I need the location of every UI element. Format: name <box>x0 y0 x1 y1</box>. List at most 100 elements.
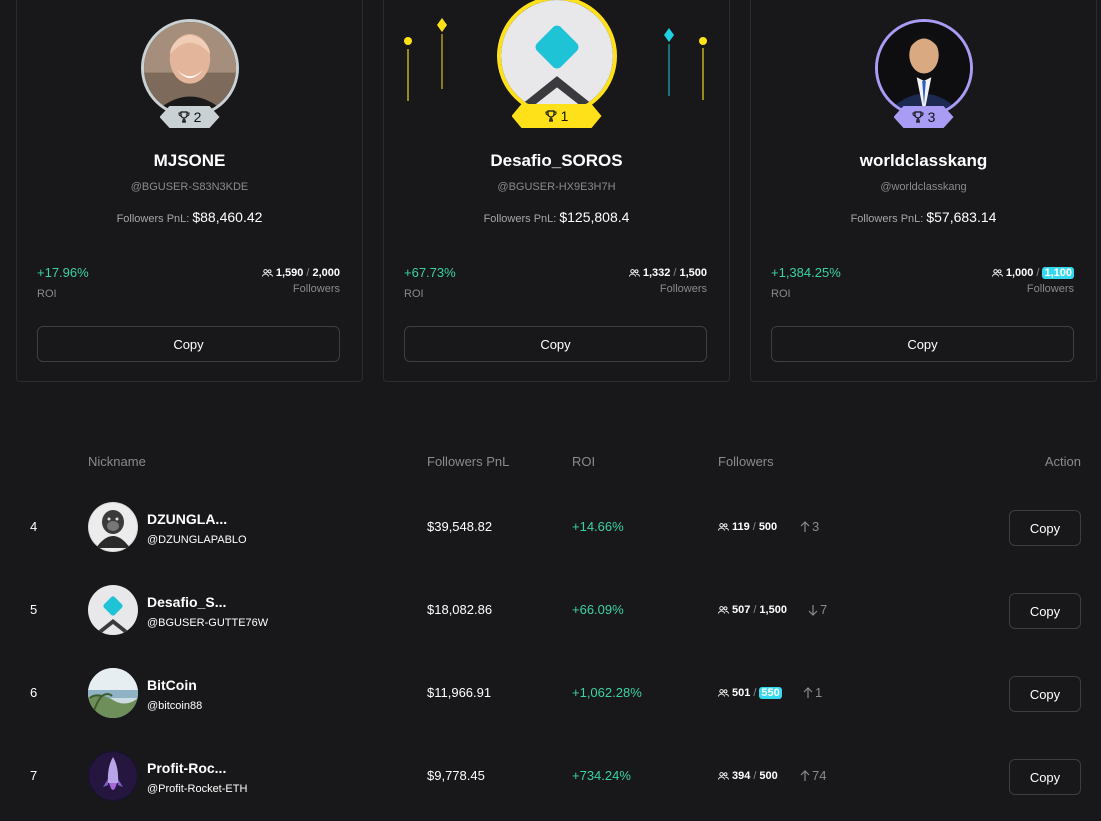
copy-button[interactable]: Copy <box>771 326 1074 362</box>
copy-button[interactable]: Copy <box>1009 759 1081 795</box>
rank-number: 1 <box>560 108 569 124</box>
followers-pnl-value: $57,683.14 <box>926 209 997 225</box>
followers-pnl: Followers PnL: $57,683.14 <box>751 209 1096 225</box>
trader-handle: @BGUSER-HX9E3H7H <box>497 181 616 193</box>
podium-card-rank-3: 3 worldclasskang @worldclasskang Followe… <box>750 0 1097 382</box>
roi-label: ROI <box>404 288 424 300</box>
followers-pnl-label: Followers PnL: <box>483 213 557 225</box>
rank-badge: 1 <box>512 104 602 128</box>
rocket-avatar <box>88 751 138 801</box>
table-row[interactable]: 7 Profit-Roc... @Profit-Rocket-ETH $9,77… <box>0 746 1101 806</box>
rank-badge: 2 <box>160 106 220 128</box>
separator: / <box>753 604 757 616</box>
podium-card-rank-1: 1 Desafio_SOROS @BGUSER-HX9E3H7H Followe… <box>383 0 730 382</box>
followers-max: 1,500 <box>679 267 707 279</box>
copy-button[interactable]: Copy <box>1009 593 1081 629</box>
people-icon <box>718 606 729 614</box>
arrow-up-icon <box>803 686 813 698</box>
followers-count: 1,332 / 1,500 <box>629 267 707 279</box>
followers-pnl-value: $18,082.86 <box>427 602 493 617</box>
trader-name[interactable]: BitCoin <box>147 677 197 693</box>
followers-count: 507 / 1,500 <box>718 604 787 616</box>
followers-current: 394 <box>732 770 751 782</box>
followers-count: 501 / 550 <box>718 687 782 699</box>
avatar[interactable] <box>88 751 138 801</box>
roi-value: +66.09% <box>572 602 624 617</box>
people-icon <box>262 269 273 277</box>
separator: / <box>752 521 756 533</box>
column-header-nickname: Nickname <box>88 454 146 469</box>
followers-max: 1,500 <box>759 604 787 616</box>
followers-current: 119 <box>732 521 750 533</box>
table-row[interactable]: 5 Desafio_S... @BGUSER-GUTTE76W $18,082.… <box>0 580 1101 640</box>
followers-current: 507 <box>732 604 751 616</box>
gorilla-avatar <box>88 502 138 552</box>
followers-trend: 1 <box>803 685 822 700</box>
roi-value: +734.24% <box>572 768 631 783</box>
followers-pnl: Followers PnL: $125,808.4 <box>384 209 729 225</box>
followers-pnl-value: $11,966.91 <box>427 685 492 700</box>
trader-handle: @Profit-Rocket-ETH <box>147 783 248 795</box>
followers-trend: 3 <box>800 519 819 534</box>
avatar[interactable] <box>496 0 617 116</box>
followers-pnl-value: $39,548.82 <box>427 519 493 534</box>
followers-count: 119 / 500 <box>718 521 777 533</box>
roi-value: +67.73% <box>404 265 456 280</box>
trader-handle: @bitcoin88 <box>147 700 203 712</box>
trader-name[interactable]: MJSONE <box>17 151 362 171</box>
followers-label: Followers <box>1026 283 1074 295</box>
followers-max-highlighted: 1,100 <box>1042 267 1074 279</box>
trader-name[interactable]: Desafio_S... <box>147 594 226 610</box>
copy-button[interactable]: Copy <box>1009 510 1081 546</box>
trader-name[interactable]: DZUNGLA... <box>147 511 227 527</box>
roi-value: +1,062.28% <box>572 685 642 700</box>
column-header-action: Action <box>1044 454 1081 469</box>
avatar[interactable] <box>88 585 138 635</box>
column-header-followers[interactable]: Followers <box>718 454 774 469</box>
rank-number: 4 <box>30 519 38 534</box>
separator: / <box>306 267 310 279</box>
avatar[interactable] <box>88 502 138 552</box>
followers-label: Followers <box>292 283 340 295</box>
trader-handle: @worldclasskang <box>880 181 967 193</box>
avatar[interactable] <box>88 668 138 718</box>
roi-value: +17.96% <box>37 265 89 280</box>
people-icon <box>718 523 729 531</box>
table-row[interactable]: 4 DZUNGLA... @DZUNGLAPABLO $39,548.82 +1… <box>0 497 1101 557</box>
trader-handle: @BGUSER-GUTTE76W <box>147 617 269 629</box>
copy-button[interactable]: Copy <box>37 326 340 362</box>
roi-value: +14.66% <box>572 519 624 534</box>
people-icon <box>718 689 729 697</box>
followers-max-highlighted: 550 <box>759 687 782 699</box>
followers-count: 1,590 / 2,000 <box>262 267 340 279</box>
bald-man-avatar <box>143 22 236 114</box>
followers-pnl-value: $88,460.42 <box>192 209 263 225</box>
table-row[interactable]: 6 BitCoin @bitcoin88 $11,966.91 +1,062.2… <box>0 663 1101 723</box>
trader-handle: @DZUNGLAPABLO <box>147 534 247 546</box>
people-icon <box>718 772 729 780</box>
avatar[interactable] <box>874 19 973 117</box>
followers-pnl-value: $9,778.45 <box>427 768 485 783</box>
followers-count: 394 / 500 <box>718 770 778 782</box>
roi-value: +1,384.25% <box>771 265 841 280</box>
column-header-followers-pnl[interactable]: Followers PnL <box>427 454 509 469</box>
trader-name[interactable]: Desafio_SOROS <box>384 151 729 171</box>
separator: / <box>1036 267 1040 279</box>
trend-value: 7 <box>820 602 828 617</box>
people-icon <box>992 269 1003 277</box>
avatar[interactable] <box>140 19 239 117</box>
copy-button[interactable]: Copy <box>404 326 707 362</box>
trader-name[interactable]: Profit-Roc... <box>147 760 226 776</box>
arrow-up-icon <box>800 769 810 781</box>
man-in-suit-avatar <box>877 22 970 114</box>
beach-landscape-avatar <box>88 668 138 718</box>
followers-max: 500 <box>759 770 778 782</box>
trader-name[interactable]: worldclasskang <box>751 151 1096 171</box>
trend-value: 3 <box>812 519 820 534</box>
default-diamond-avatar <box>501 0 613 112</box>
copy-button[interactable]: Copy <box>1009 676 1081 712</box>
roi-label: ROI <box>771 288 791 300</box>
followers-pnl-label: Followers PnL: <box>850 213 924 225</box>
rank-number: 5 <box>30 602 38 617</box>
column-header-roi[interactable]: ROI <box>572 454 595 469</box>
